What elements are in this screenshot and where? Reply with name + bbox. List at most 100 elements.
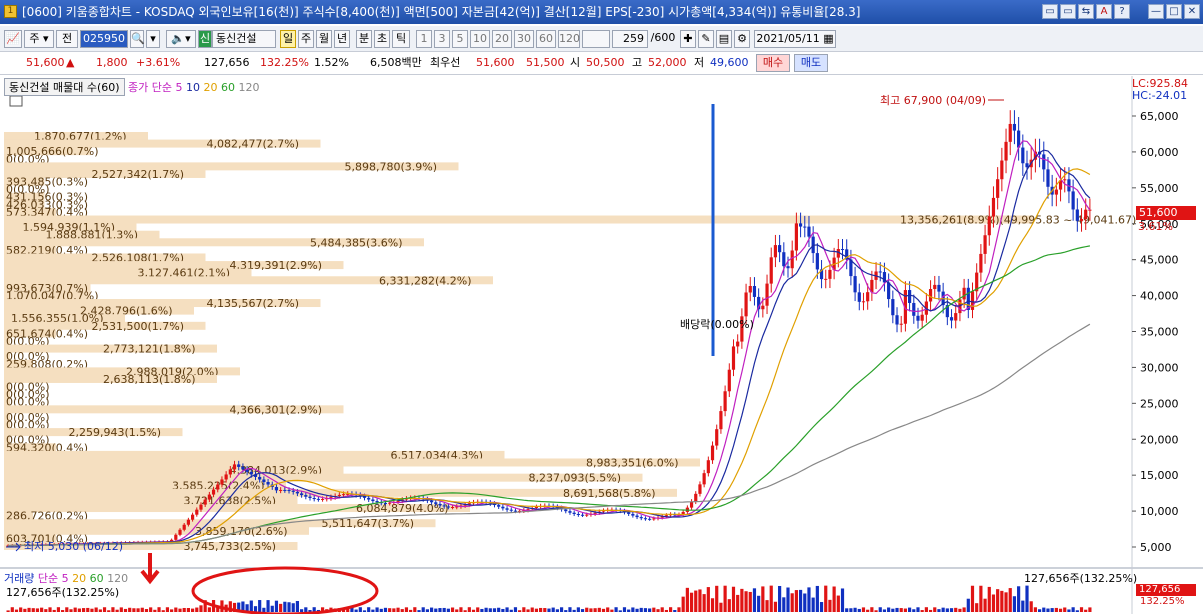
volume-bar (488, 608, 492, 612)
volume-bar (857, 608, 861, 612)
font-icon[interactable]: A (1096, 4, 1112, 19)
settings-icon[interactable]: ⚙ (734, 30, 750, 48)
custom-interval-input[interactable] (582, 30, 610, 48)
maximize-button[interactable]: □ (1166, 4, 1182, 19)
print-icon[interactable]: ▤ (716, 30, 732, 48)
window-tile-icon[interactable]: ▭ (1042, 4, 1058, 19)
candle-body (534, 506, 539, 508)
tab-year[interactable]: 년 (334, 30, 350, 48)
volume-bar (111, 607, 115, 612)
help-icon[interactable]: ? (1114, 4, 1130, 19)
candle-body (576, 513, 580, 515)
y-tick-label: 60,000 (1140, 146, 1179, 159)
interval-60[interactable]: 60 (536, 30, 556, 48)
link-icon[interactable]: ⇆ (1078, 4, 1094, 19)
volume-bar (144, 609, 149, 612)
ma20-legend: 20 (203, 81, 218, 94)
volume-bar (849, 608, 853, 612)
volume-bar (731, 586, 736, 612)
candle-body (727, 369, 731, 392)
prev-button[interactable]: 전 (56, 30, 78, 48)
volume-bar (937, 609, 941, 612)
buy-button[interactable]: 매수 (756, 54, 790, 72)
volume-bar (601, 608, 606, 612)
candle-body (731, 346, 736, 370)
code-search-icon[interactable]: 🔍 (130, 30, 145, 48)
chart-type-icon[interactable]: 📈 (4, 30, 22, 48)
candle-body (996, 179, 1000, 198)
volume-bar (547, 608, 551, 612)
volume-bar (463, 610, 467, 612)
interval-120[interactable]: 120 (558, 30, 580, 48)
candle-body (878, 271, 882, 273)
tab-minute[interactable]: 분 (356, 30, 372, 48)
interval-20[interactable]: 20 (492, 30, 512, 48)
interval-30[interactable]: 30 (514, 30, 534, 48)
close-button[interactable]: ✕ (1184, 4, 1200, 19)
volume-bar (375, 607, 379, 612)
candle-body (933, 284, 937, 290)
priority-label: 최우선 (430, 56, 461, 69)
volume-bar (291, 603, 295, 612)
lc-hc-readout: LC:925.84 HC:-24.01 (1132, 78, 1188, 102)
volume-bar (513, 607, 518, 612)
volume-bar (86, 607, 90, 612)
tab-second[interactable]: 초 (374, 30, 390, 48)
volume-bar (190, 608, 195, 612)
interval-5[interactable]: 5 (452, 30, 468, 48)
date-input[interactable]: 2021/05/11 ▦ (754, 30, 836, 48)
tab-week[interactable]: 주 (298, 30, 314, 48)
volume-bar (819, 602, 824, 612)
volume-sub-value: 127,656주(132.25%) (6, 586, 120, 599)
candle-body (1025, 163, 1029, 168)
volume-bar (446, 608, 450, 612)
price-chart[interactable]: 1,870,677(1.2%)4,082,477(2.7%)1,005,666(… (0, 76, 1203, 614)
volume-bar (933, 607, 937, 612)
volume-bar (648, 608, 652, 612)
candle-body (643, 518, 648, 520)
candle-body (786, 266, 790, 269)
market-type-select[interactable]: 주 ▾ (24, 30, 54, 48)
volume-bar (392, 608, 396, 612)
tab-tick[interactable]: 틱 (392, 30, 410, 48)
volume-bar (912, 609, 916, 612)
volume-bar (958, 608, 962, 612)
profile-legend[interactable]: 동신건설 매물대 수(60) (4, 78, 125, 96)
candle-body (564, 509, 568, 512)
minimize-button[interactable]: — (1148, 4, 1164, 19)
crosshair-icon[interactable]: ✚ (680, 30, 696, 48)
volume-bar (1012, 596, 1017, 612)
window-titlebar: 1 [0600] 키움종합차트 - KOSDAQ 외국인보유[16(천)] 주식… (0, 0, 1203, 24)
volume-bar (752, 588, 757, 612)
volume-bar (270, 605, 274, 612)
profile-label: 8,691,568(5.8%) (563, 487, 656, 500)
stock-code-input[interactable]: 025950 (80, 30, 128, 48)
volume-bar (597, 607, 601, 612)
volume-bar (258, 600, 262, 612)
up-arrow-icon: ▲ (66, 56, 75, 69)
volume-bar (945, 608, 949, 612)
volume-bar (484, 607, 488, 612)
volume-bar (673, 610, 677, 612)
code-dropdown-icon[interactable]: ▾ (146, 30, 160, 48)
tab-month[interactable]: 월 (316, 30, 332, 48)
candle-body (1008, 123, 1012, 142)
tab-day[interactable]: 일 (280, 30, 296, 48)
sound-icon[interactable]: 🔈▾ (166, 30, 196, 48)
candle-body (1079, 219, 1084, 221)
candle-body (631, 513, 635, 516)
interval-10[interactable]: 10 (470, 30, 490, 48)
pen-icon[interactable]: ✎ (698, 30, 714, 48)
sell-button[interactable]: 매도 (794, 54, 828, 72)
bar-count-input[interactable]: 259 (612, 30, 648, 48)
profile-label: 5,484,385(3.6%) (310, 236, 403, 249)
volume-bar (253, 606, 258, 612)
hc-value: HC:-24.01 (1132, 89, 1188, 102)
interval-3[interactable]: 3 (434, 30, 450, 48)
candle-body (744, 292, 748, 317)
volume-bar (991, 594, 996, 612)
volume-bar (27, 607, 31, 612)
interval-1[interactable]: 1 (416, 30, 432, 48)
window-cascade-icon[interactable]: ▭ (1060, 4, 1076, 19)
volume-bar (417, 610, 421, 612)
